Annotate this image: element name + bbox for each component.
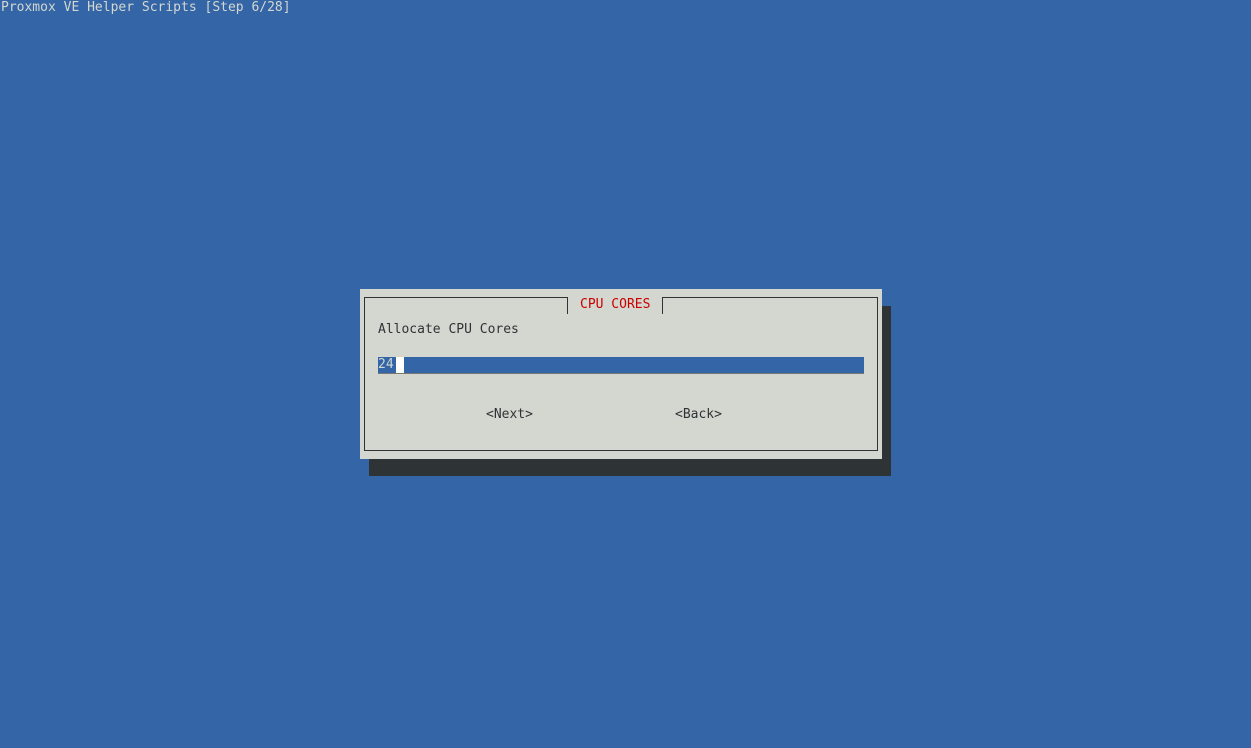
cpu-cores-dialog: CPU CORES Allocate CPU Cores 24 <Next> <…: [360, 289, 882, 459]
dialog-frame: CPU CORES: [364, 297, 878, 451]
cpu-cores-input[interactable]: 24: [378, 357, 864, 374]
next-button[interactable]: <Next>: [486, 407, 533, 423]
back-button[interactable]: <Back>: [675, 407, 722, 423]
cpu-cores-input-value: 24: [378, 357, 394, 372]
dialog-prompt: Allocate CPU Cores: [378, 322, 519, 337]
text-cursor: [396, 357, 404, 373]
backtitle: Proxmox VE Helper Scripts [Step 6/28]: [1, 0, 291, 15]
dialog-title: CPU CORES: [567, 297, 664, 314]
